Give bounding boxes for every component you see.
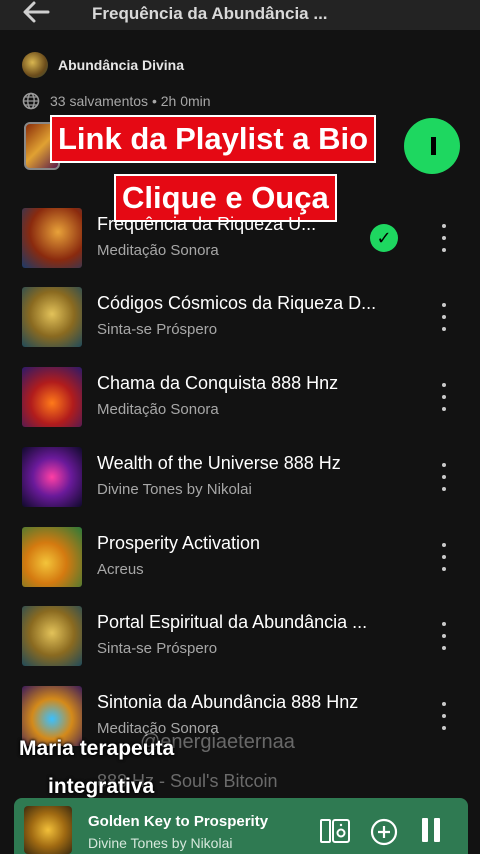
owner-name: Abundância Divina <box>58 57 185 73</box>
track-row[interactable]: Códigos Cósmicos da Riqueza D... Sinta-s… <box>0 287 480 365</box>
track-title: Wealth of the Universe 888 Hz <box>97 453 341 473</box>
track-cover <box>22 527 82 587</box>
track-artist: Acreus <box>97 561 144 578</box>
track-row[interactable]: Wealth of the Universe 888 Hz Divine Ton… <box>0 447 480 525</box>
track-row[interactable]: Portal Espiritual da Abundância ... Sint… <box>0 606 480 684</box>
now-playing-cover <box>24 806 72 854</box>
track-row[interactable]: Chama da Conquista 888 Hnz Meditação Son… <box>0 367 480 445</box>
track-cover <box>22 367 82 427</box>
promo-banner-link: Link da Playlist a Bio <box>50 115 377 163</box>
now-playing-bar[interactable]: Golden Key to Prosperity Divine Tones by… <box>14 798 468 854</box>
pause-icon <box>431 137 436 155</box>
add-icon[interactable] <box>370 818 398 846</box>
connect-device-icon[interactable] <box>320 818 350 844</box>
track-cover <box>22 447 82 507</box>
more-options-icon[interactable] <box>436 383 452 411</box>
track-title: Chama da Conquista 888 Hnz <box>97 373 339 393</box>
more-options-icon[interactable] <box>436 543 452 571</box>
globe-icon <box>22 92 40 110</box>
track-title: Portal Espiritual da Abundância ... <box>97 612 368 632</box>
saved-check-icon[interactable]: ✓ <box>370 224 398 252</box>
track-title: Prosperity Activation <box>97 533 261 553</box>
video-caption-line-2: integrativa <box>48 775 155 798</box>
now-playing-title: Golden Key to Prosperity <box>88 813 269 830</box>
track-artist: Divine Tones by Nikolai <box>97 481 252 498</box>
track-cover <box>22 606 82 666</box>
track-artist: Meditação Sonora <box>97 401 219 418</box>
back-arrow-icon[interactable] <box>22 0 50 26</box>
now-playing-artist: Divine Tones by Nikolai <box>88 835 233 851</box>
track-cover <box>22 208 82 268</box>
more-options-icon[interactable] <box>436 702 452 730</box>
track-artist: Sinta-se Próspero <box>97 321 218 338</box>
playlist-saves-duration: 33 salvamentos • 2h 0min <box>50 93 211 109</box>
track-cover <box>22 287 82 347</box>
track-row[interactable]: Frequência da Riqueza U... Meditação Son… <box>0 208 480 286</box>
play-button[interactable] <box>404 118 460 174</box>
more-options-icon[interactable] <box>436 622 452 650</box>
more-options-icon[interactable] <box>436 463 452 491</box>
track-title: Sintonia da Abundância 888 Hnz <box>97 692 359 712</box>
pause-icon[interactable] <box>420 818 442 844</box>
track-title: Códigos Cósmicos da Riqueza D... <box>97 293 377 313</box>
owner-avatar <box>22 52 48 78</box>
track-artist: Sinta-se Próspero <box>97 640 218 657</box>
more-options-icon[interactable] <box>436 224 452 252</box>
more-options-icon[interactable] <box>436 303 452 331</box>
playlist-meta: 33 salvamentos • 2h 0min <box>22 92 211 110</box>
track-title: Frequência da Riqueza U... <box>97 214 317 234</box>
page-title: Frequência da Abundância ... <box>92 4 328 23</box>
top-bar: Frequência da Abundância ... <box>0 0 480 30</box>
video-caption-line-1: Maria terapeuta <box>19 737 175 760</box>
track-row[interactable]: Prosperity Activation Acreus <box>0 527 480 605</box>
playlist-owner[interactable]: Abundância Divina <box>22 52 184 78</box>
track-artist: Meditação Sonora <box>97 242 219 259</box>
